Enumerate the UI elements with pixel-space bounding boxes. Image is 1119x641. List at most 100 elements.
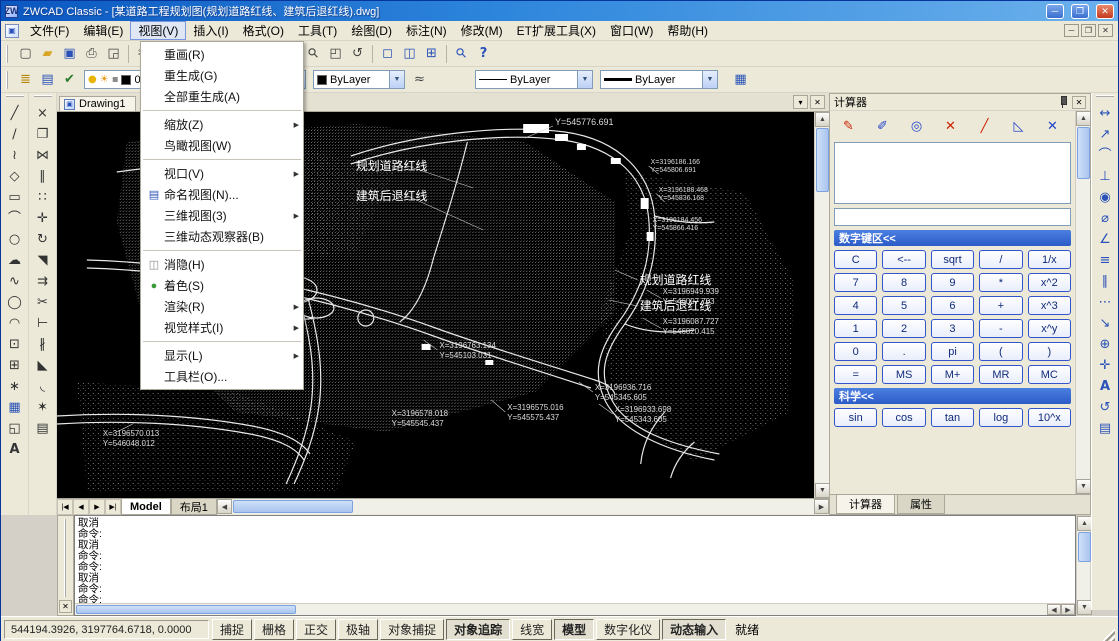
menubar-item-9[interactable]: 修改(M) bbox=[454, 21, 510, 40]
lineweight-combo[interactable]: ByLayer ▼ bbox=[600, 70, 718, 89]
command-text-area[interactable]: 取消命令:取消命令:命令:取消命令:命令: ◀ ▶ bbox=[74, 515, 1076, 616]
menubar-item-2[interactable]: 编辑(E) bbox=[76, 21, 130, 40]
print-preview-icon[interactable]: ◲ bbox=[103, 44, 124, 64]
zoom-window-icon[interactable]: ◰ bbox=[325, 44, 346, 64]
move-icon[interactable]: ✛ bbox=[31, 208, 55, 229]
calc-key-1[interactable]: 1 bbox=[834, 319, 877, 338]
close-button[interactable]: ✕ bbox=[1096, 4, 1114, 19]
menu-item[interactable]: 全部重生成(A) bbox=[141, 86, 303, 107]
chevron-down-icon[interactable]: ▼ bbox=[389, 71, 404, 88]
menu-item[interactable]: 重生成(G) bbox=[141, 65, 303, 86]
canvas-horizontal-scrollbar[interactable]: ◀ ▶ bbox=[217, 499, 829, 514]
layer-states-icon[interactable]: ▤ bbox=[37, 70, 58, 90]
scroll-down-icon[interactable]: ▼ bbox=[1077, 600, 1092, 615]
toolbar-grip[interactable] bbox=[6, 71, 11, 89]
scroll-track[interactable] bbox=[1077, 531, 1090, 600]
tab-drawing1[interactable]: ▣ Drawing1 bbox=[59, 96, 136, 111]
calc-key-5[interactable]: 5 bbox=[882, 296, 925, 315]
calc-key-sin[interactable]: sin bbox=[834, 408, 877, 427]
calc-key--[interactable]: - bbox=[979, 319, 1022, 338]
calc-key-log[interactable]: log bbox=[979, 408, 1022, 427]
tab-close-icon[interactable]: ✕ bbox=[810, 95, 825, 109]
status-toggle-对象追踪[interactable]: 对象追踪 bbox=[446, 619, 510, 640]
leader-icon[interactable]: ↘ bbox=[1093, 313, 1117, 334]
scroll-thumb[interactable] bbox=[816, 128, 829, 192]
status-toggle-捕捉[interactable]: 捕捉 bbox=[212, 619, 252, 640]
menubar-item-8[interactable]: 标注(N) bbox=[399, 21, 454, 40]
zoom-icon[interactable]: ⚲ bbox=[451, 44, 472, 64]
calc-paste-to-cmdline-icon[interactable]: ◎ bbox=[906, 116, 927, 136]
construction-line-icon[interactable]: ∕ bbox=[3, 124, 27, 145]
region-icon[interactable]: ◱ bbox=[3, 418, 27, 439]
offset-icon[interactable]: ∥ bbox=[31, 166, 55, 187]
menubar-item-4[interactable]: 插入(I) bbox=[186, 21, 235, 40]
rotate-icon[interactable]: ↻ bbox=[31, 229, 55, 250]
polygon-icon[interactable]: ◇ bbox=[3, 166, 27, 187]
calc-key-2[interactable]: 2 bbox=[882, 319, 925, 338]
menubar-item-1[interactable]: 文件(F) bbox=[23, 21, 76, 40]
status-toggle-线宽[interactable]: 线宽 bbox=[512, 619, 552, 640]
command-close-icon[interactable]: ✕ bbox=[59, 600, 72, 613]
tab-menu-icon[interactable]: ▾ bbox=[793, 95, 808, 109]
minimize-button[interactable]: ─ bbox=[1046, 4, 1064, 19]
status-toggle-动态输入[interactable]: 动态输入 bbox=[662, 619, 726, 640]
chamfer-icon[interactable]: ◣ bbox=[31, 355, 55, 376]
calc-clear-icon[interactable]: ✎ bbox=[838, 116, 859, 136]
menubar-item-3[interactable]: 视图(V) bbox=[130, 21, 186, 40]
calc-key-4[interactable]: 4 bbox=[834, 296, 877, 315]
calc-key-10^x[interactable]: 10^x bbox=[1028, 408, 1071, 427]
stretch-icon[interactable]: ⇉ bbox=[31, 271, 55, 292]
menubar-item-11[interactable]: 窗口(W) bbox=[603, 21, 660, 40]
scroll-track[interactable] bbox=[232, 499, 814, 514]
plot-icon[interactable]: ⎙ bbox=[81, 44, 102, 64]
scroll-thumb[interactable] bbox=[76, 605, 296, 614]
menu-item[interactable]: 鸟瞰视图(W) bbox=[141, 135, 303, 156]
layer-properties-icon[interactable]: ≣ bbox=[15, 70, 36, 90]
toolbar-grip[interactable] bbox=[34, 95, 52, 100]
menu-item[interactable]: 三维视图(3)▶ bbox=[141, 205, 303, 226]
calc-key-<--[interactable]: <-- bbox=[882, 250, 925, 269]
scroll-track[interactable] bbox=[815, 127, 829, 483]
extend-icon[interactable]: ⊢ bbox=[31, 313, 55, 334]
mirror-icon[interactable]: ⋈ bbox=[31, 145, 55, 166]
calc-distance-icon[interactable]: ╱ bbox=[974, 116, 995, 136]
menu-item[interactable]: 重画(R) bbox=[141, 44, 303, 65]
calc-key-.[interactable]: . bbox=[882, 342, 925, 361]
dim-arc-icon[interactable]: ⌒ bbox=[1093, 145, 1117, 166]
mdi-close-button[interactable]: ✕ bbox=[1098, 24, 1113, 37]
status-toggle-模型[interactable]: 模型 bbox=[554, 619, 594, 640]
make-layer-current-icon[interactable]: ✔ bbox=[59, 70, 80, 90]
status-toggle-对象捕捉[interactable]: 对象捕捉 bbox=[380, 619, 444, 640]
color-combo[interactable]: ByLayer ▼ bbox=[313, 70, 405, 89]
viewport-four-icon[interactable]: ⊞ bbox=[421, 44, 442, 64]
help-icon[interactable]: ? bbox=[473, 44, 494, 64]
scroll-thumb[interactable] bbox=[1077, 127, 1090, 179]
hatch-icon[interactable]: ▦ bbox=[3, 397, 27, 418]
pin-icon[interactable] bbox=[1058, 96, 1068, 108]
scroll-left-icon[interactable]: ◀ bbox=[1047, 604, 1061, 615]
tab-model[interactable]: Model bbox=[121, 499, 171, 515]
command-grip[interactable]: ✕ bbox=[57, 515, 74, 616]
scroll-track[interactable] bbox=[75, 604, 1047, 615]
scroll-up-icon[interactable]: ▲ bbox=[815, 112, 830, 127]
rectangle-icon[interactable]: ▭ bbox=[3, 187, 27, 208]
mdi-minimize-button[interactable]: ─ bbox=[1064, 24, 1079, 37]
erase-icon[interactable]: × bbox=[31, 103, 55, 124]
circle-icon[interactable]: ○ bbox=[3, 229, 27, 250]
dim-baseline-icon[interactable]: ∥ bbox=[1093, 271, 1117, 292]
dim-style-icon[interactable]: ▤ bbox=[1093, 418, 1117, 439]
toolbar-grip[interactable] bbox=[1096, 95, 1114, 100]
explode-icon[interactable]: ✶ bbox=[31, 397, 55, 418]
calc-key-MR[interactable]: MR bbox=[979, 365, 1022, 384]
dim-aligned-icon[interactable]: ↗ bbox=[1093, 124, 1117, 145]
save-icon[interactable]: ▣ bbox=[59, 44, 80, 64]
linetype-manager-icon[interactable]: ≈ bbox=[409, 70, 430, 90]
toolbar-grip[interactable] bbox=[6, 95, 24, 100]
dim-ordinate-icon[interactable]: ⊥ bbox=[1093, 166, 1117, 187]
mdi-restore-button[interactable]: ❐ bbox=[1081, 24, 1096, 37]
calc-key-1/x[interactable]: 1/x bbox=[1028, 250, 1071, 269]
insert-block-icon[interactable]: ⊡ bbox=[3, 334, 27, 355]
scroll-left-icon[interactable]: ◀ bbox=[217, 499, 232, 514]
calc-key-*[interactable]: * bbox=[979, 273, 1022, 292]
scroll-up-icon[interactable]: ▲ bbox=[1076, 111, 1091, 126]
